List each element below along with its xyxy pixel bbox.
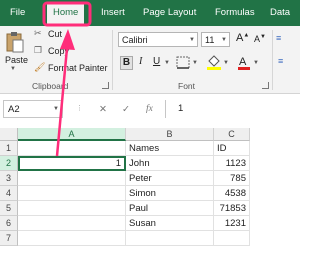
font-color-icon[interactable]: A — [237, 55, 251, 70]
cell-b4[interactable]: Simon — [126, 186, 214, 201]
cell-a6[interactable] — [18, 216, 126, 231]
increase-font-size-icon[interactable]: A▲ — [236, 32, 249, 44]
group-separator — [112, 30, 113, 90]
insert-function-icon[interactable]: fx — [146, 104, 153, 114]
font-size-value: 11 — [205, 35, 215, 45]
row-header[interactable]: 3 — [0, 171, 18, 186]
row-header[interactable]: 4 — [0, 186, 18, 201]
cell-c4[interactable]: 4538 — [214, 186, 250, 201]
svg-text:A: A — [239, 56, 247, 68]
ribbon: Paste ▼ ✂ Cut ❐ Copy 🖌 Format Painter Cl… — [0, 26, 300, 94]
font-launcher-icon[interactable] — [262, 82, 269, 89]
chevron-down-icon: ▼ — [221, 37, 227, 43]
row-header[interactable]: 1 — [0, 141, 18, 156]
tab-insert[interactable]: Insert — [101, 7, 125, 18]
paste-dropdown-icon: ▼ — [10, 66, 16, 72]
tab-data[interactable]: Data — [270, 7, 290, 18]
ribbon-tab-bar: File Home Insert Page Layout Formulas Da… — [0, 0, 300, 26]
clipboard-launcher-icon[interactable] — [102, 82, 109, 89]
cell-b5[interactable]: Paul — [126, 201, 214, 216]
row-header[interactable]: 7 — [0, 231, 18, 246]
tab-file[interactable]: File — [10, 7, 25, 18]
font-size-dropdown[interactable]: 11 ▼ — [201, 32, 230, 47]
cell-b1[interactable]: Names — [126, 141, 214, 156]
cancel-icon[interactable]: ✕ — [99, 104, 107, 115]
bold-button[interactable]: B — [120, 56, 133, 70]
underline-dropdown-icon[interactable]: ▼ — [164, 60, 170, 66]
cell-a1[interactable] — [18, 141, 126, 156]
cell-a5[interactable] — [18, 201, 126, 216]
cell-a3[interactable] — [18, 171, 126, 186]
font-color-dropdown-icon[interactable]: ▼ — [253, 60, 259, 66]
cell-a4[interactable] — [18, 186, 126, 201]
name-box-dropdown-icon: ▼ — [53, 106, 59, 112]
select-all-corner[interactable] — [0, 128, 18, 141]
align-icon[interactable]: ≡ — [278, 56, 283, 66]
cell-c1[interactable]: ID — [214, 141, 250, 156]
copy-button[interactable]: Copy — [48, 46, 69, 56]
decrease-font-size-icon[interactable]: A▼ — [254, 34, 266, 44]
wrap-text-icon[interactable]: ≡ — [276, 33, 281, 43]
font-name-dropdown[interactable]: Calibri ▼ — [118, 32, 198, 47]
column-header-b[interactable]: B — [126, 128, 214, 141]
borders-icon[interactable] — [176, 56, 192, 70]
column-header-c[interactable]: C — [214, 128, 250, 141]
name-box-value: A2 — [8, 104, 20, 115]
cell-c5[interactable]: 71853 — [214, 201, 250, 216]
italic-button[interactable]: I — [139, 56, 142, 67]
copy-icon: ❐ — [34, 45, 43, 55]
row-header[interactable]: 2 — [0, 156, 18, 171]
format-painter-button[interactable]: Format Painter — [48, 63, 108, 73]
font-group-label: Font — [178, 81, 196, 91]
cell-a2[interactable]: 1 — [18, 156, 126, 171]
underline-button[interactable]: U — [153, 56, 160, 67]
cell-b6[interactable]: Susan — [126, 216, 214, 231]
formula-bar: A2 ▼ ⋮ ✕ ✓ fx 1 — [0, 96, 300, 122]
cell-b2[interactable]: John — [126, 156, 214, 171]
cell-c3[interactable]: 785 — [214, 171, 250, 186]
tab-home[interactable]: Home — [47, 2, 85, 26]
fill-color-icon[interactable] — [206, 55, 222, 70]
cell-c7[interactable] — [214, 231, 250, 246]
tab-page-layout[interactable]: Page Layout — [143, 7, 196, 18]
cut-button[interactable]: Cut — [48, 29, 62, 39]
cell-b7[interactable] — [126, 231, 214, 246]
cell-c2[interactable]: 1123 — [214, 156, 250, 171]
column-header-a[interactable]: A — [18, 128, 126, 141]
row-header[interactable]: 5 — [0, 201, 18, 216]
cell-b3[interactable]: Peter — [126, 171, 214, 186]
paste-icon — [6, 32, 24, 53]
cut-icon: ✂ — [34, 28, 42, 38]
clipboard-group-label: Clipboard — [32, 81, 69, 91]
format-painter-icon: 🖌 — [34, 62, 46, 72]
paste-label: Paste — [5, 55, 29, 65]
chevron-down-icon: ▼ — [189, 37, 195, 43]
borders-dropdown-icon[interactable]: ▼ — [192, 60, 198, 66]
group-separator — [272, 30, 273, 90]
formula-value: 1 — [178, 103, 184, 114]
name-box[interactable]: A2 ▼ — [3, 100, 63, 118]
formula-input[interactable]: 1 — [165, 100, 298, 118]
tab-formulas[interactable]: Formulas — [215, 7, 255, 18]
cell-c6[interactable]: 1231 — [214, 216, 250, 231]
cell-a7[interactable] — [18, 231, 126, 246]
enter-icon[interactable]: ✓ — [122, 104, 130, 115]
more-options-icon: ⋮ — [76, 105, 83, 112]
font-name-value: Calibri — [122, 35, 148, 45]
fill-color-dropdown-icon[interactable]: ▼ — [223, 60, 229, 66]
row-header[interactable]: 6 — [0, 216, 18, 231]
